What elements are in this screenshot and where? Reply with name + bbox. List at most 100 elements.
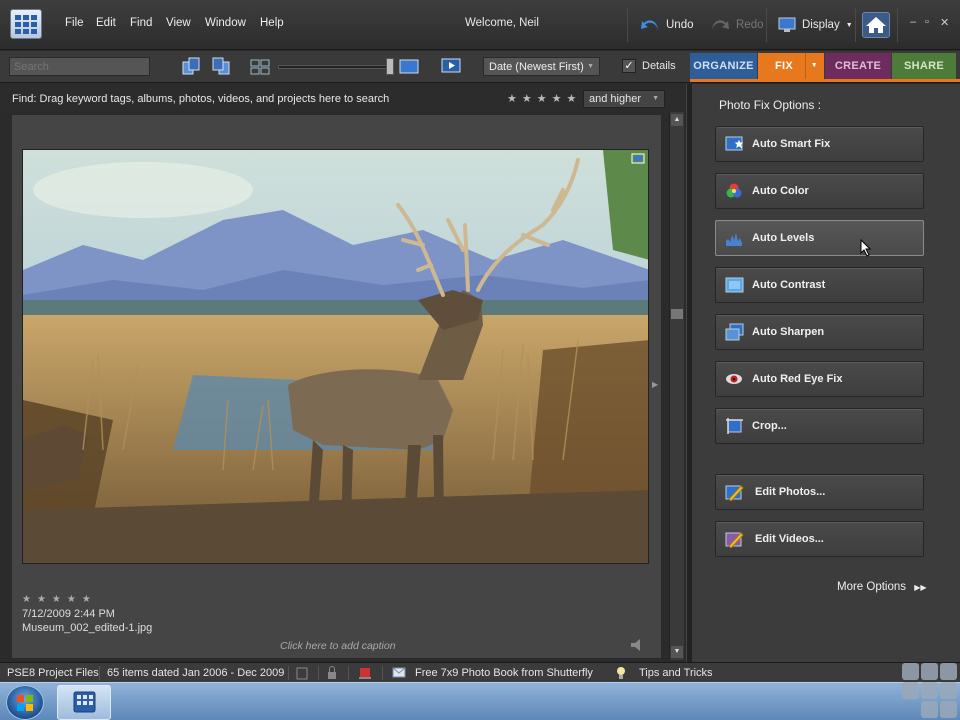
redo-label: Redo bbox=[736, 19, 764, 31]
crop-label: Crop... bbox=[752, 420, 787, 432]
status-bar: PSE8 Project Files 65 items dated Jan 20… bbox=[0, 662, 960, 682]
organizer-app-icon[interactable] bbox=[10, 9, 42, 39]
mouse-cursor bbox=[860, 239, 872, 257]
photo-rating-stars[interactable]: ★★★★★ bbox=[22, 594, 97, 605]
calendar-icon[interactable] bbox=[296, 666, 308, 680]
thumbnail-size-slider[interactable] bbox=[278, 65, 392, 69]
color-wheel-icon bbox=[726, 183, 742, 198]
windows-taskbar bbox=[0, 682, 960, 720]
collapse-panel-icon[interactable]: ▶ bbox=[652, 380, 658, 389]
home-button[interactable] bbox=[862, 12, 890, 38]
edit-photos-button[interactable]: Edit Photos... bbox=[715, 474, 924, 510]
restore-button[interactable]: ▫ bbox=[925, 16, 929, 28]
start-button[interactable] bbox=[6, 685, 44, 720]
details-checkbox[interactable]: ✓ bbox=[622, 59, 636, 73]
photo-thumbnail[interactable] bbox=[22, 149, 649, 564]
divider bbox=[897, 8, 898, 42]
auto-levels-button[interactable]: Auto Levels bbox=[715, 220, 924, 256]
single-photo-view-icon[interactable] bbox=[399, 57, 419, 76]
contrast-icon bbox=[725, 277, 744, 293]
grid-view-icon[interactable] bbox=[250, 57, 270, 76]
taskbar-organizer-app[interactable] bbox=[57, 685, 111, 720]
tab-fix[interactable]: FIX ▼ bbox=[758, 53, 824, 79]
tips-and-tricks-link[interactable]: Tips and Tricks bbox=[639, 667, 713, 679]
scroll-down-arrow[interactable]: ▼ bbox=[671, 646, 683, 658]
auto-contrast-button[interactable]: Auto Contrast bbox=[715, 267, 924, 303]
slideshow-icon[interactable] bbox=[441, 57, 461, 76]
auto-smart-fix-label: Auto Smart Fix bbox=[752, 138, 831, 150]
tab-organize[interactable]: ORGANIZE bbox=[690, 53, 757, 79]
auto-smart-fix-button[interactable]: Auto Smart Fix bbox=[715, 126, 924, 162]
items-range-label: 65 items dated Jan 2006 - Dec 2009 bbox=[107, 667, 285, 679]
menu-help[interactable]: Help bbox=[260, 17, 284, 29]
lock-icon[interactable] bbox=[326, 666, 338, 680]
photo-filename: Museum_002_edited-1.jpg bbox=[22, 622, 153, 634]
undo-button[interactable]: Undo bbox=[640, 14, 694, 36]
speaker-icon[interactable] bbox=[630, 638, 642, 652]
menu-find[interactable]: Find bbox=[130, 17, 152, 29]
edit-videos-icon bbox=[725, 532, 744, 548]
windows-logo-icon bbox=[17, 695, 33, 711]
edit-photos-icon bbox=[725, 485, 744, 501]
rotate-right-icon[interactable] bbox=[211, 57, 231, 76]
home-icon bbox=[866, 17, 886, 33]
chevron-down-icon[interactable]: ▼ bbox=[804, 53, 818, 79]
rating-filter-stars[interactable]: ★★★★★ bbox=[507, 92, 581, 105]
monitor-icon bbox=[778, 17, 796, 32]
find-bar[interactable]: Find: Drag keyword tags, albums, photos,… bbox=[0, 84, 686, 112]
slider-thumb[interactable] bbox=[386, 58, 394, 75]
auto-contrast-label: Auto Contrast bbox=[752, 279, 826, 291]
rating-filter-select[interactable]: and higher ▼ bbox=[583, 90, 665, 108]
close-button[interactable]: ✕ bbox=[940, 16, 949, 29]
rotate-left-icon[interactable] bbox=[181, 57, 201, 76]
fix-panel-title: Photo Fix Options : bbox=[719, 98, 822, 112]
divider bbox=[627, 8, 628, 42]
levels-icon bbox=[726, 233, 742, 246]
auto-red-eye-fix-button[interactable]: Auto Red Eye Fix bbox=[715, 361, 924, 397]
photo-caption-field[interactable]: Click here to add caption bbox=[280, 640, 396, 652]
scrollbar-thumb[interactable] bbox=[671, 309, 683, 319]
double-chevron-right-icon: ▶▶ bbox=[914, 583, 927, 592]
undo-icon bbox=[641, 20, 658, 30]
tab-share[interactable]: SHARE bbox=[892, 53, 956, 79]
crop-icon bbox=[726, 418, 743, 434]
photo-date: 7/12/2009 2:44 PM bbox=[22, 608, 115, 620]
edited-version-icon bbox=[631, 153, 645, 164]
divider bbox=[288, 666, 289, 680]
chevron-down-icon: ▼ bbox=[845, 21, 853, 29]
more-options-link[interactable]: More Options ▶▶ bbox=[837, 581, 927, 593]
display-label: Display bbox=[802, 19, 840, 31]
vertical-scrollbar[interactable]: ▲ ▼ bbox=[669, 112, 684, 660]
auto-sharpen-button[interactable]: Auto Sharpen bbox=[715, 314, 924, 350]
divider bbox=[382, 666, 383, 680]
redo-icon bbox=[712, 20, 729, 30]
tab-fix-label: FIX bbox=[774, 60, 793, 72]
edit-videos-label: Edit Videos... bbox=[755, 533, 824, 545]
project-files-label[interactable]: PSE8 Project Files bbox=[7, 667, 99, 679]
menu-view[interactable]: View bbox=[166, 17, 191, 29]
more-options-label: More Options bbox=[837, 581, 907, 593]
tab-create[interactable]: CREATE bbox=[825, 53, 891, 79]
menu-file[interactable]: File bbox=[65, 17, 84, 29]
minimize-button[interactable]: – bbox=[910, 16, 916, 28]
redo-button[interactable]: Redo bbox=[710, 14, 764, 36]
divider bbox=[99, 666, 100, 680]
divider bbox=[766, 8, 767, 42]
divider bbox=[318, 666, 319, 680]
edit-videos-button[interactable]: Edit Videos... bbox=[715, 521, 924, 557]
red-eye-icon bbox=[726, 374, 742, 384]
chevron-down-icon: ▼ bbox=[587, 63, 594, 70]
details-label: Details bbox=[642, 60, 676, 72]
crop-button[interactable]: Crop... bbox=[715, 408, 924, 444]
display-menu-button[interactable]: Display ▼ bbox=[778, 14, 853, 36]
menu-window[interactable]: Window bbox=[205, 17, 246, 29]
sort-select[interactable]: Date (Newest First) ▼ bbox=[483, 57, 600, 76]
scroll-up-arrow[interactable]: ▲ bbox=[671, 114, 683, 126]
menu-edit[interactable]: Edit bbox=[96, 17, 116, 29]
flag-icon[interactable] bbox=[358, 666, 372, 680]
lightbulb-icon bbox=[617, 667, 625, 679]
promo-link[interactable]: Free 7x9 Photo Book from Shutterfly bbox=[415, 667, 593, 679]
search-input[interactable] bbox=[9, 57, 150, 76]
auto-color-button[interactable]: Auto Color bbox=[715, 173, 924, 209]
divider bbox=[348, 666, 349, 680]
